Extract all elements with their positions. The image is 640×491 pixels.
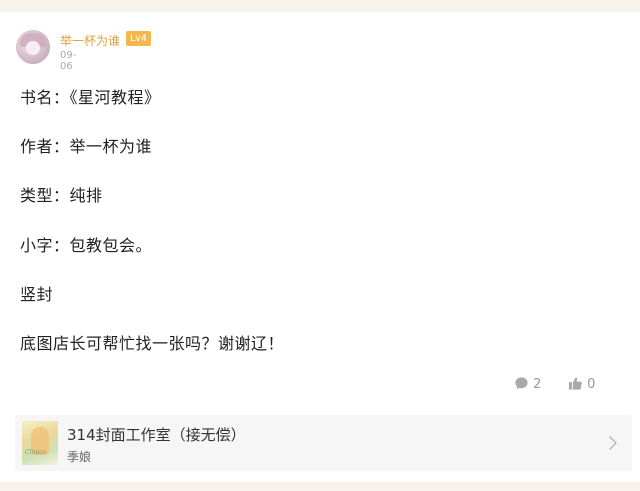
- like-count: 0: [587, 377, 596, 392]
- comment-count: 2: [533, 377, 542, 392]
- cover-signature: Clinico: [25, 449, 47, 456]
- level-badge: Lv4: [126, 31, 151, 46]
- like-button[interactable]: 0: [568, 376, 595, 392]
- avatar[interactable]: [16, 30, 50, 64]
- post-date: 09-06: [60, 50, 77, 72]
- work-subtitle: 季娘: [67, 450, 92, 464]
- post-line-request: 底图店长可帮忙找一张吗？谢谢辽！: [20, 334, 285, 353]
- post-line-orientation: 竖封: [20, 285, 54, 304]
- chevron-right-icon: [609, 436, 617, 450]
- comment-icon: [515, 377, 528, 390]
- work-cover-image: Clinico: [22, 421, 58, 465]
- work-title: 314封面工作室（接无偿）: [67, 426, 246, 444]
- post-line-small-text: 小字：包教包会。: [20, 236, 153, 255]
- thumbs-up-icon: [568, 377, 582, 390]
- post-stats: 2 0: [514, 376, 604, 394]
- username[interactable]: 举一杯为谁: [60, 32, 120, 49]
- post-line-author: 作者：举一杯为谁: [20, 137, 153, 156]
- comment-button[interactable]: 2: [514, 376, 541, 392]
- post-card: 举一杯为谁 Lv4 09-06 书名：《星河教程》 作者：举一杯为谁 类型：纯排…: [0, 12, 640, 482]
- linked-work-card[interactable]: Clinico 314封面工作室（接无偿） 季娘: [15, 415, 632, 471]
- avatar-face: [26, 41, 40, 55]
- post-line-type: 类型：纯排: [20, 186, 103, 205]
- post-line-book-title: 书名：《星河教程》: [20, 88, 161, 107]
